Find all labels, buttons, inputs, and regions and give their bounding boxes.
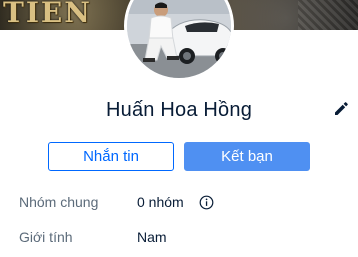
info-row-groups: Nhóm chung 0 nhóm — [0, 192, 358, 214]
gender-label: Giới tính — [19, 229, 73, 245]
avatar-photo — [127, 0, 231, 78]
cover-text: TIEN — [3, 0, 92, 29]
info-row-gender: Giới tính Nam — [0, 227, 358, 249]
cover-pattern — [298, 0, 358, 30]
info-icon[interactable] — [199, 195, 214, 210]
add-friend-button[interactable]: Kết bạn — [184, 142, 310, 171]
message-button[interactable]: Nhắn tin — [48, 142, 174, 171]
profile-name: Huấn Hoa Hồng — [105, 99, 253, 121]
groups-value: 0 nhóm — [137, 194, 184, 210]
gender-value: Nam — [137, 229, 167, 245]
avatar[interactable] — [124, 0, 234, 81]
pencil-icon[interactable] — [332, 100, 350, 118]
groups-label: Nhóm chung — [19, 194, 99, 210]
profile-card: TIEN Huấn Hoa Hồng Nhắn tin Kết bạn Nhóm… — [0, 0, 358, 257]
